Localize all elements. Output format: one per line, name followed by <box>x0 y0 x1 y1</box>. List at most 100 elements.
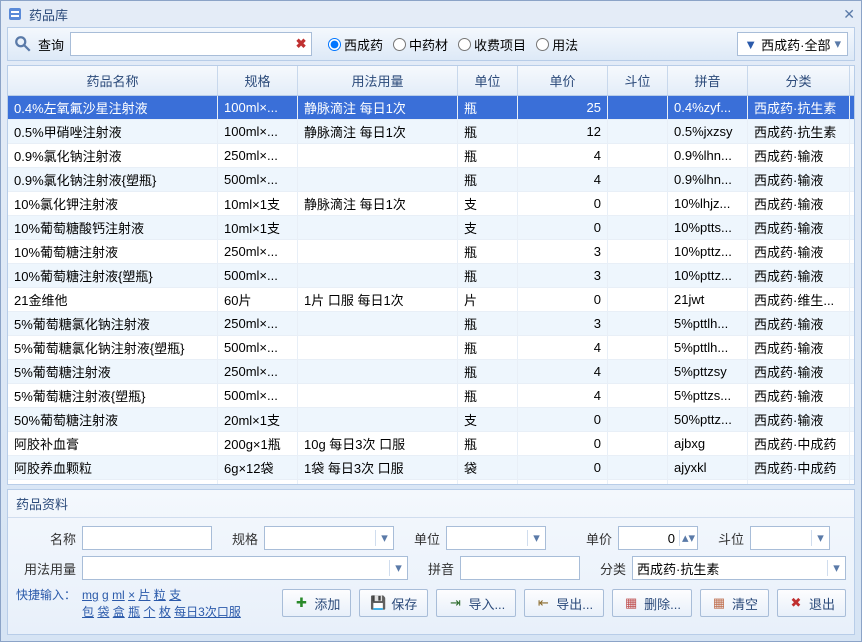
quick-link[interactable]: × <box>128 588 135 602</box>
py-field[interactable] <box>460 556 580 580</box>
quick-link[interactable]: 每日3次口服 <box>174 605 241 619</box>
cell: 21jwt <box>668 288 748 311</box>
table-row[interactable]: 0.4%左氧氟沙星注射液100ml×...静脉滴注 每日1次瓶250.4%zyf… <box>8 96 854 120</box>
col-header[interactable]: 用法用量 <box>298 66 458 95</box>
add-button[interactable]: ✚添加 <box>282 589 351 617</box>
table-row[interactable]: 10%葡萄糖酸钙注射液10ml×1支支010%ptts...西成药·输液 <box>8 216 854 240</box>
radio-group: 西成药中药材收费项目用法 <box>328 35 578 54</box>
radio-3[interactable]: 用法 <box>536 35 578 54</box>
table-row[interactable]: 0.9%氯化钠注射液{塑瓶}500ml×...瓶40.9%lhn...西成药·输… <box>8 168 854 192</box>
cell <box>608 192 668 215</box>
cell: 阿胶补血膏 <box>8 432 218 455</box>
quick-link[interactable]: 瓶 <box>128 605 140 619</box>
quick-link[interactable]: g <box>102 588 109 602</box>
toolbar: 查询 ✖ 西成药中药材收费项目用法 ▼ 西成药·全部 ▾ <box>7 27 855 61</box>
cell: 西成药·输液 <box>748 216 850 239</box>
cell: 5%pttzs... <box>668 384 748 407</box>
unit-combo[interactable]: ▾ <box>446 526 546 550</box>
cell: 100ml×... <box>218 96 298 119</box>
radio-2[interactable]: 收费项目 <box>458 35 526 54</box>
table-row[interactable]: 0.9%氯化钠注射液250ml×...瓶40.9%lhn...西成药·输液 <box>8 144 854 168</box>
chevron-down-icon[interactable]: ▾ <box>375 530 393 546</box>
quick-link[interactable]: 个 <box>143 605 155 619</box>
filter-dropdown[interactable]: ▼ 西成药·全部 ▾ <box>737 32 848 56</box>
cell <box>608 480 668 484</box>
app-icon <box>7 6 23 22</box>
chevron-down-icon[interactable]: ▾ <box>811 530 829 546</box>
quick-link[interactable]: 支 <box>169 588 181 602</box>
spinner-icon[interactable]: ▴▾ <box>679 530 697 546</box>
cell <box>298 216 458 239</box>
quick-link[interactable]: 包 <box>82 605 94 619</box>
clear-search-icon[interactable]: ✖ <box>291 34 311 54</box>
col-header[interactable]: 药品名称 <box>8 66 218 95</box>
table-row[interactable]: 阿胶养血颗粒6g×12袋1袋 每日3次 口服袋0ajyxkl西成药·中成药 <box>8 456 854 480</box>
quick-link[interactable]: 袋 <box>97 605 109 619</box>
exit-button[interactable]: ✖退出 <box>777 589 846 617</box>
col-header[interactable]: 规格 <box>218 66 298 95</box>
close-icon[interactable]: ✕ <box>843 6 855 23</box>
cell: ajbxg <box>668 432 748 455</box>
col-header[interactable]: 单价 <box>518 66 608 95</box>
cell: 0.9%lhn... <box>668 168 748 191</box>
table-row[interactable]: 5%葡萄糖注射液250ml×...瓶45%pttzsy西成药·输液 <box>8 360 854 384</box>
grid-body[interactable]: 0.4%左氧氟沙星注射液100ml×...静脉滴注 每日1次瓶250.4%zyf… <box>8 96 854 484</box>
radio-1[interactable]: 中药材 <box>393 35 448 54</box>
import-icon: ⇥ <box>447 595 463 611</box>
col-header[interactable]: 单位 <box>458 66 518 95</box>
table-row[interactable]: 5%葡萄糖氯化钠注射液250ml×...瓶35%pttlh...西成药·输液 <box>8 312 854 336</box>
cell: 10%ptts... <box>668 216 748 239</box>
detail-panel: 药品资料 名称 规格 ▾ 单位 ▾ 单价 ▴▾ 斗位 ▾ 用法用量 ▾ 拼音 分… <box>7 489 855 635</box>
quick-link[interactable]: ml <box>112 588 125 602</box>
table-row[interactable]: 阿胶补血膏200g×1瓶10g 每日3次 口服瓶0ajbxg西成药·中成药 <box>8 432 854 456</box>
cell: 1袋 每日3次 口服 <box>298 456 458 479</box>
table-row[interactable]: 21金维他60片1片 口服 每日1次片021jwt西成药·维生... <box>8 288 854 312</box>
col-header[interactable]: 分类 <box>748 66 850 95</box>
export-button[interactable]: ⇤导出... <box>524 589 604 617</box>
table-row[interactable]: 50%葡萄糖注射液20ml×1支支050%pttz...西成药·输液 <box>8 408 854 432</box>
cell: 西成药·中成药 <box>748 432 850 455</box>
search-input[interactable] <box>71 33 291 55</box>
cell: 瓶 <box>458 432 518 455</box>
table-row[interactable]: 0.5%甲硝唑注射液100ml×...静脉滴注 每日1次瓶120.5%jxzsy… <box>8 120 854 144</box>
quick-link[interactable]: mg <box>82 588 99 602</box>
table-row[interactable]: 5%葡萄糖注射液{塑瓶}500ml×...瓶45%pttzs...西成药·输液 <box>8 384 854 408</box>
cat-combo[interactable]: ▾ <box>632 556 846 580</box>
label-py: 拼音 <box>414 559 454 578</box>
quick-link[interactable]: 枚 <box>159 605 171 619</box>
import-button[interactable]: ⇥导入... <box>436 589 516 617</box>
col-header[interactable]: 斗位 <box>608 66 668 95</box>
table-row[interactable]: 10%氯化钾注射液10ml×1支静脉滴注 每日1次支010%lhjz...西成药… <box>8 192 854 216</box>
table-row[interactable]: 5%葡萄糖氯化钠注射液{塑瓶}500ml×...瓶45%pttlh...西成药·… <box>8 336 854 360</box>
save-button[interactable]: 💾保存 <box>359 589 428 617</box>
quick-link[interactable]: 盒 <box>113 605 125 619</box>
cell: 0.4%zyf... <box>668 96 748 119</box>
table-row[interactable]: 10%葡萄糖注射液250ml×...瓶310%pttz...西成药·输液 <box>8 240 854 264</box>
quick-link[interactable]: 片 <box>138 588 150 602</box>
pos-combo[interactable]: ▾ <box>750 526 830 550</box>
cell <box>608 168 668 191</box>
quick-link[interactable]: 粒 <box>154 588 166 602</box>
clear-button[interactable]: ▦清空 <box>700 589 769 617</box>
chevron-down-icon[interactable]: ▾ <box>389 560 407 576</box>
cell: 5%葡萄糖注射液{塑瓶} <box>8 384 218 407</box>
cell: 瓶 <box>458 384 518 407</box>
table-row[interactable]: 10%葡萄糖注射液{塑瓶}500ml×...瓶310%pttz...西成药·输液 <box>8 264 854 288</box>
name-field[interactable] <box>82 526 212 550</box>
usage-combo[interactable]: ▾ <box>82 556 408 580</box>
chevron-down-icon[interactable]: ▾ <box>827 560 845 576</box>
price-stepper[interactable]: ▴▾ <box>618 526 698 550</box>
cell: 250ml×... <box>218 312 298 335</box>
search-box: ✖ <box>70 32 312 56</box>
label-pos: 斗位 <box>704 529 744 548</box>
delete-button[interactable]: ▦删除... <box>612 589 692 617</box>
label-name: 名称 <box>16 529 76 548</box>
cell: 西成药·输液 <box>748 312 850 335</box>
table-row[interactable]: 阿卡波糖片50mg×3...50mg 口服 每日3次片0akbtp西成药·内分泌 <box>8 480 854 484</box>
col-header[interactable]: 拼音 <box>668 66 748 95</box>
radio-0[interactable]: 西成药 <box>328 35 383 54</box>
spec-combo[interactable]: ▾ <box>264 526 394 550</box>
cell <box>298 240 458 263</box>
cell: 10ml×1支 <box>218 192 298 215</box>
chevron-down-icon[interactable]: ▾ <box>527 530 545 546</box>
